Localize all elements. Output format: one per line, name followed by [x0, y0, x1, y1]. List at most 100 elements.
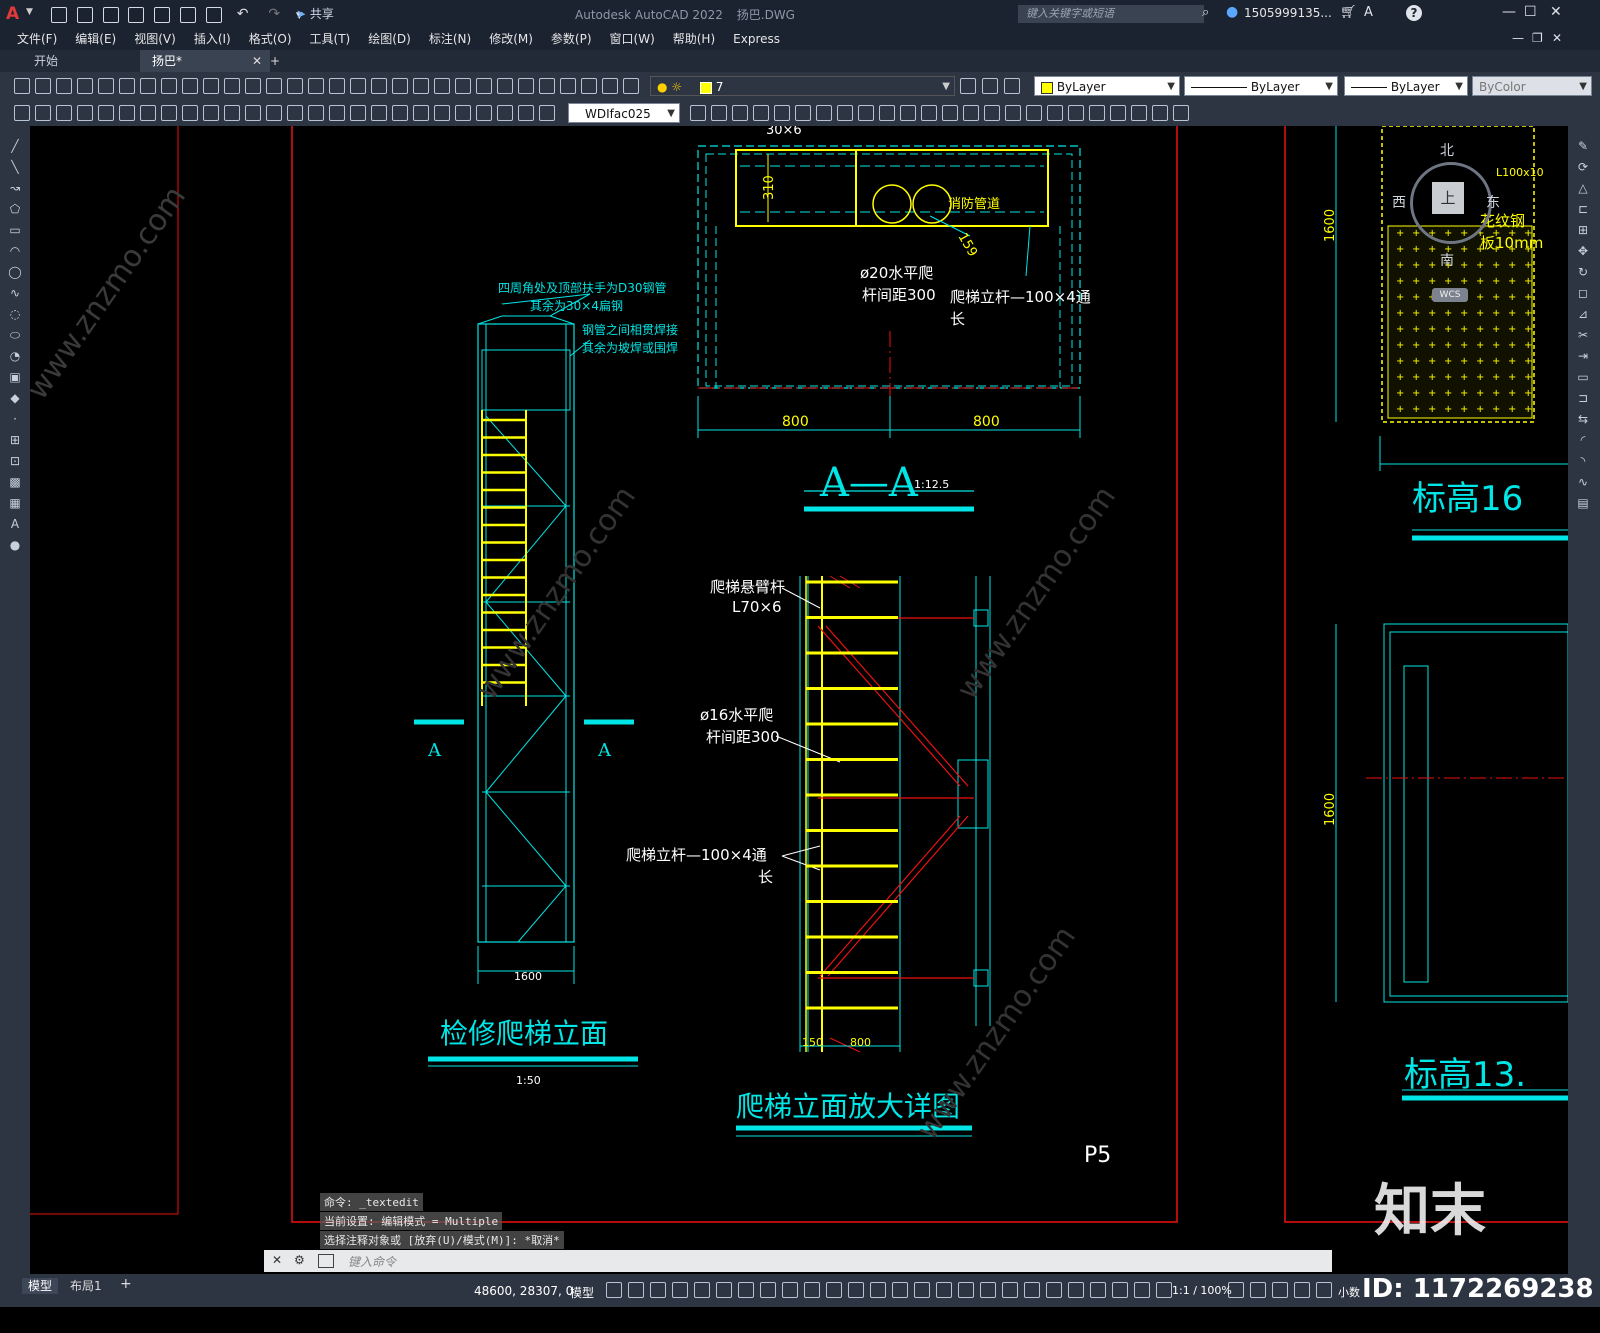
wcs-menu[interactable]: WCS	[1432, 288, 1468, 302]
menu-item-3[interactable]: 插入(I)	[185, 28, 240, 50]
modify-tool-icon-13[interactable]: ⇆	[1575, 411, 1591, 427]
text-style-dropdown[interactable]: WDIfac025 ▼	[568, 103, 680, 123]
viewcube-south[interactable]: 南	[1440, 250, 1454, 270]
draw-tool-icon-17[interactable]: ▦	[7, 495, 23, 511]
tab-close-icon[interactable]: ✕	[252, 50, 262, 72]
standard-tool-icon-12[interactable]	[266, 78, 282, 94]
standard-tool-icon-25[interactable]	[539, 78, 555, 94]
new-tab-icon[interactable]: +	[266, 50, 290, 72]
account-icon[interactable]: A	[1364, 5, 1373, 20]
status-toggle-icon-1112[interactable]	[1112, 1282, 1128, 1298]
modify-tool-icon-21[interactable]	[1131, 105, 1147, 121]
status-toggle-icon-848[interactable]	[848, 1282, 864, 1298]
redo-icon[interactable]: ↷	[268, 6, 280, 22]
modify-tool-icon-7[interactable]: ◻	[1575, 285, 1591, 301]
draw-tool-icon-9[interactable]: ⬭	[7, 327, 23, 343]
modify-tool-icon-2[interactable]: △	[1575, 180, 1591, 196]
linetype-dropdown[interactable]: ByLayer ▼	[1184, 76, 1338, 96]
user-icon[interactable]: ●	[1226, 4, 1238, 20]
menu-item-2[interactable]: 视图(V)	[125, 28, 185, 50]
undo-icon[interactable]: ↶	[237, 6, 249, 22]
standard-tool-icon-15[interactable]	[329, 78, 345, 94]
menu-item-9[interactable]: 参数(P)	[542, 28, 601, 50]
layout1-tab[interactable]: 布局1	[70, 1278, 102, 1294]
modify-tool-icon-12[interactable]	[942, 105, 958, 121]
standard-tool-icon-11[interactable]	[245, 78, 261, 94]
standard-tool-icon-9[interactable]	[203, 78, 219, 94]
layer-tool-icon-0[interactable]	[960, 78, 976, 94]
modify-tool-icon-9[interactable]: ✂	[1575, 327, 1591, 343]
modify-tool-icon-23[interactable]	[1173, 105, 1189, 121]
status-extra-icon-1250[interactable]	[1250, 1282, 1266, 1298]
modify-tool-icon-4[interactable]	[774, 105, 790, 121]
draw-tool-icon-3[interactable]: ⬠	[7, 201, 23, 217]
dimension-tool-icon-13[interactable]	[287, 105, 303, 121]
draw-tool-icon-10[interactable]: ◔	[7, 348, 23, 364]
viewcube-west[interactable]: 西	[1392, 192, 1406, 212]
modify-tool-icon-11[interactable]: ▭	[1575, 369, 1591, 385]
tab-drawing[interactable]: 扬巴* ✕	[140, 50, 270, 72]
draw-tool-icon-16[interactable]: ▩	[7, 474, 23, 490]
modify-tool-icon-12[interactable]: ⊐	[1575, 390, 1591, 406]
modify-tool-icon-22[interactable]	[1152, 105, 1168, 121]
draw-tool-icon-4[interactable]: ▭	[7, 222, 23, 238]
dimension-tool-icon-16[interactable]	[350, 105, 366, 121]
user-name[interactable]: 1505999135...	[1244, 6, 1332, 20]
standard-tool-icon-24[interactable]	[518, 78, 534, 94]
modify-tool-icon-10[interactable]: ⇥	[1575, 348, 1591, 364]
app-logo-icon[interactable]: A	[6, 4, 24, 24]
menu-item-12[interactable]: Express	[724, 28, 789, 50]
dimension-tool-icon-15[interactable]	[329, 105, 345, 121]
modify-tool-icon-17[interactable]	[1047, 105, 1063, 121]
help-icon[interactable]: ?	[1406, 5, 1422, 21]
standard-tool-icon-5[interactable]	[119, 78, 135, 94]
menu-item-8[interactable]: 修改(M)	[480, 28, 542, 50]
modify-tool-icon-4[interactable]: ⊞	[1575, 222, 1591, 238]
status-toggle-icon-672[interactable]	[672, 1282, 688, 1298]
command-close-icon[interactable]: ✕	[272, 1253, 282, 1267]
model-tab[interactable]: 模型	[22, 1278, 59, 1294]
dimension-tool-icon-5[interactable]	[119, 105, 135, 121]
menu-item-7[interactable]: 标注(N)	[420, 28, 480, 50]
model-space-button[interactable]: 模型	[570, 1284, 594, 1301]
standard-tool-icon-17[interactable]	[371, 78, 387, 94]
standard-tool-icon-8[interactable]	[182, 78, 198, 94]
app-menu-arrow-icon[interactable]: ▼	[26, 7, 33, 17]
standard-tool-icon-16[interactable]	[350, 78, 366, 94]
status-toggle-icon-1156[interactable]	[1156, 1282, 1172, 1298]
draw-tool-icon-7[interactable]: ∿	[7, 285, 23, 301]
dimension-tool-icon-20[interactable]	[434, 105, 450, 121]
status-toggle-icon-1002[interactable]	[1002, 1282, 1018, 1298]
modify-tool-icon-1[interactable]	[711, 105, 727, 121]
modify-tool-icon-10[interactable]	[900, 105, 916, 121]
menu-item-6[interactable]: 绘图(D)	[359, 28, 420, 50]
status-toggle-icon-826[interactable]	[826, 1282, 842, 1298]
dimension-tool-icon-3[interactable]	[77, 105, 93, 121]
modify-tool-icon-16[interactable]	[1026, 105, 1042, 121]
standard-tool-icon-0[interactable]	[14, 78, 30, 94]
status-toggle-icon-980[interactable]	[980, 1282, 996, 1298]
status-toggle-icon-628[interactable]	[628, 1282, 644, 1298]
minimize-icon[interactable]: —	[1502, 4, 1516, 20]
dimension-tool-icon-8[interactable]	[182, 105, 198, 121]
close-icon[interactable]: ✕	[1550, 4, 1562, 20]
status-toggle-icon-1046[interactable]	[1046, 1282, 1062, 1298]
draw-tool-icon-5[interactable]: ◠	[7, 243, 23, 259]
modify-tool-icon-14[interactable]	[984, 105, 1000, 121]
standard-tool-icon-2[interactable]	[56, 78, 72, 94]
modify-tool-icon-3[interactable]	[753, 105, 769, 121]
draw-tool-icon-1[interactable]: ╲	[7, 159, 23, 175]
status-toggle-icon-804[interactable]	[804, 1282, 820, 1298]
modify-tool-icon-16[interactable]: ∿	[1575, 474, 1591, 490]
menu-item-11[interactable]: 帮助(H)	[664, 28, 724, 50]
doc-minimize-icon[interactable]: —	[1512, 31, 1524, 45]
draw-tool-icon-0[interactable]: ╱	[7, 138, 23, 154]
modify-tool-icon-14[interactable]: ◜	[1575, 432, 1591, 448]
dimension-tool-icon-17[interactable]	[371, 105, 387, 121]
command-settings-icon[interactable]: ⚙	[294, 1253, 305, 1267]
viewcube[interactable]: 北 西 东 南 上 WCS	[1390, 142, 1500, 302]
menu-item-5[interactable]: 工具(T)	[301, 28, 360, 50]
layer-tool-icon-1[interactable]	[982, 78, 998, 94]
dimension-tool-icon-10[interactable]	[224, 105, 240, 121]
draw-tool-icon-6[interactable]: ◯	[7, 264, 23, 280]
